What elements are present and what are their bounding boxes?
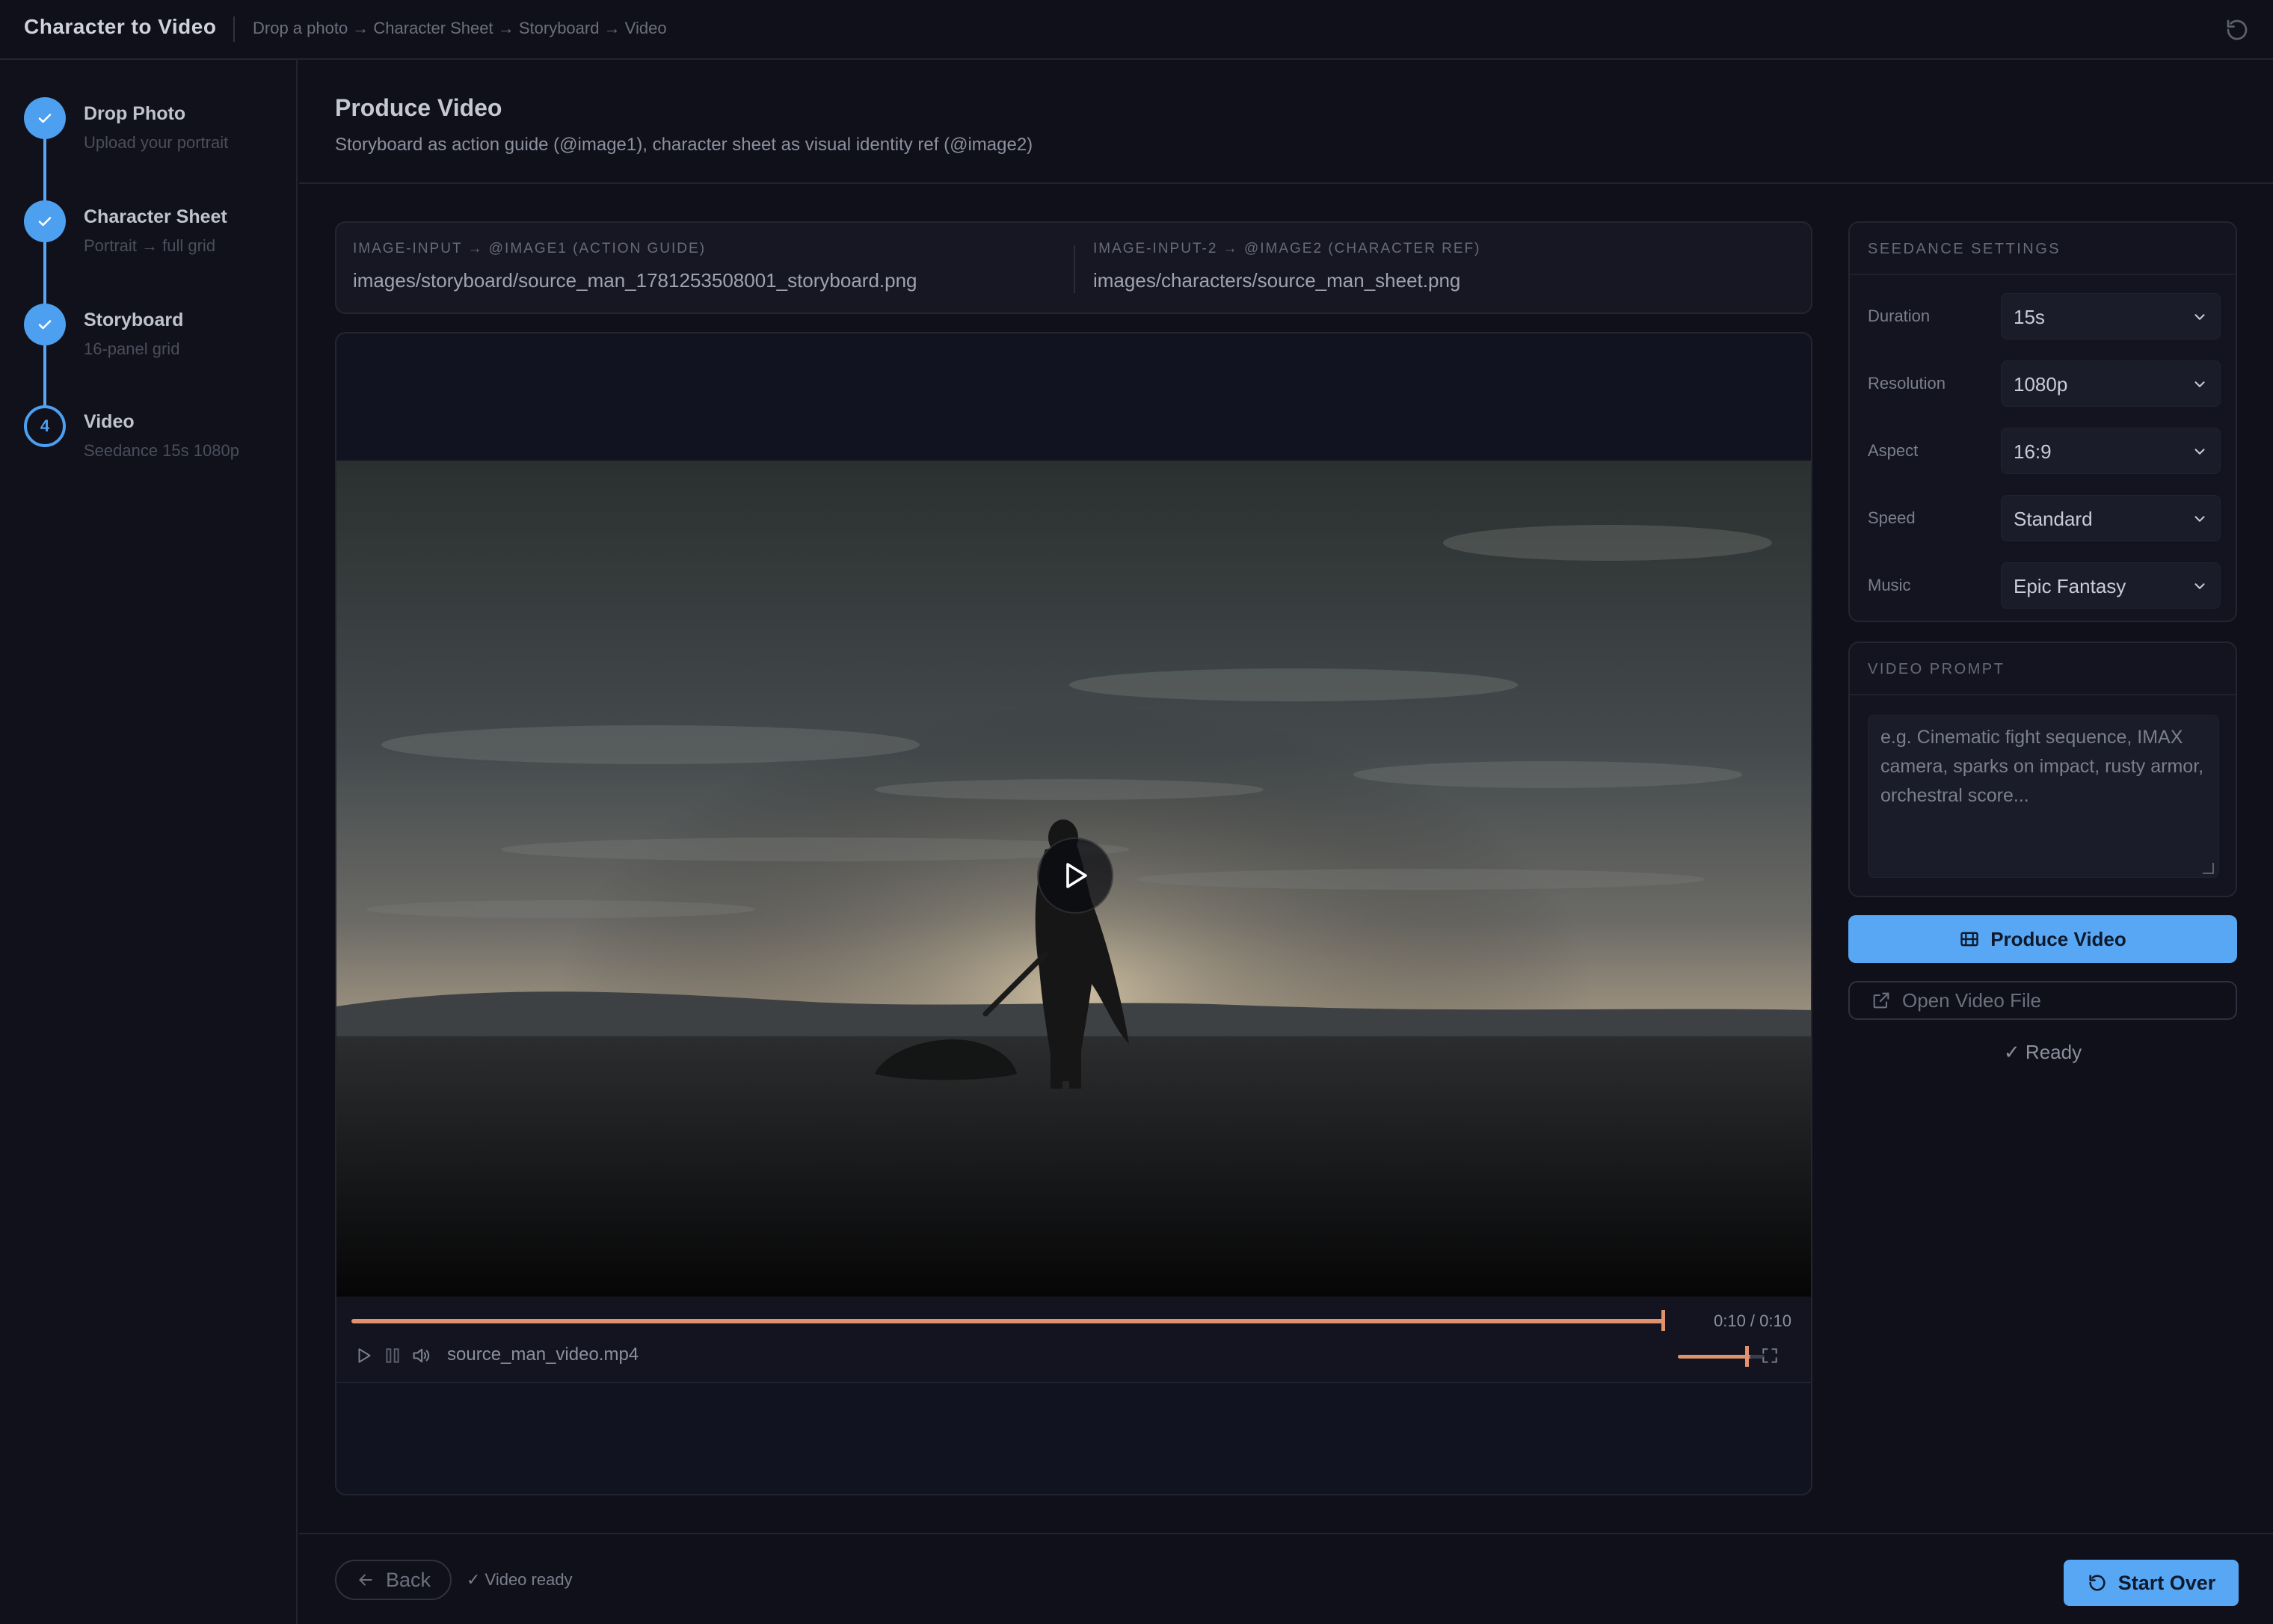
step-connector (43, 242, 46, 307)
check-icon (24, 200, 66, 242)
select-value: Epic Fantasy (2014, 575, 2126, 597)
play-button[interactable] (351, 1343, 377, 1368)
select-value: 16:9 (2014, 440, 2052, 463)
back-button[interactable]: Back (335, 1560, 452, 1600)
film-icon (1959, 929, 1980, 950)
setting-aspect: Aspect 16:9 (1868, 428, 2221, 474)
back-label: Back (385, 1568, 431, 1591)
progress-bar[interactable] (351, 1319, 1664, 1323)
page-title: Produce Video (335, 94, 502, 121)
play-icon (1066, 863, 1087, 888)
player-controls: 0:10 / 0:10 source_man_video.mp4 (336, 1297, 1811, 1383)
image-input-1-path: images/storyboard/source_man_17812535080… (353, 269, 917, 292)
step-title: Video (84, 411, 135, 432)
step-connector (43, 139, 46, 203)
step-subtitle: Upload your portrait (84, 133, 229, 152)
step-title: Drop Photo (84, 103, 186, 124)
chevron-down-icon (2194, 583, 2205, 589)
step-connector (43, 345, 46, 410)
reset-icon (2087, 1572, 2108, 1593)
setting-resolution: Resolution 1080p (1868, 360, 2221, 407)
page-subtitle: Storyboard as action guide (@image1), ch… (335, 135, 1033, 155)
image-inputs-bar: IMAGE-INPUT → @IMAGE1 (ACTION GUIDE) ima… (335, 221, 1812, 314)
chevron-down-icon (2194, 314, 2205, 320)
step-title: Storyboard (84, 310, 184, 330)
video-prompt-panel: VIDEO PROMPT (1848, 642, 2237, 897)
image-input-2-label: IMAGE-INPUT-2 → @IMAGE2 (CHARACTER REF) (1093, 241, 1481, 256)
chevron-down-icon (2194, 516, 2205, 522)
inputs-divider (1074, 245, 1075, 293)
produce-video-button[interactable]: Produce Video (1848, 915, 2237, 963)
play-icon (358, 1348, 371, 1363)
step-subtitle: 16-panel grid (84, 339, 180, 358)
setting-label: Speed (1868, 508, 1916, 527)
textarea-resize-icon[interactable] (2197, 857, 2216, 876)
step-subtitle: Seedance 15s 1080p (84, 441, 239, 460)
setting-music: Music Epic Fantasy (1868, 562, 2221, 609)
video-prompt-input[interactable] (1868, 715, 2219, 878)
setting-label: Duration (1868, 307, 1931, 325)
title-divider (233, 16, 235, 42)
speed-select[interactable]: Standard (2001, 495, 2221, 541)
step-number: 4 (24, 405, 66, 447)
progress-handle[interactable] (1661, 1310, 1665, 1331)
open-video-file-label: Open Video File (1902, 988, 2041, 1012)
mute-button[interactable] (408, 1343, 434, 1368)
settings-header: SEEDANCE SETTINGS (1850, 223, 2236, 275)
ready-status: ✓ Ready (2003, 1041, 2082, 1063)
resolution-select[interactable]: 1080p (2001, 360, 2221, 407)
volume-icon (413, 1348, 430, 1363)
open-video-file-button[interactable]: Open Video File (1848, 981, 2237, 1020)
start-over-button[interactable]: Start Over (2064, 1560, 2239, 1606)
video-panel: 0:10 / 0:10 source_man_video.mp4 (335, 332, 1812, 1495)
produce-video-label: Produce Video (1990, 927, 2126, 950)
select-value: 1080p (2014, 373, 2068, 396)
pause-icon (386, 1348, 399, 1363)
step-subtitle: Portrait → full grid (84, 236, 216, 255)
check-icon (24, 304, 66, 345)
top-bar: Character to Video Drop a photo → Charac… (0, 0, 2273, 60)
select-value: Standard (2014, 508, 2093, 530)
image-input-2: IMAGE-INPUT-2 → @IMAGE2 (CHARACTER REF) … (1093, 241, 1481, 292)
fullscreen-icon (1762, 1348, 1777, 1363)
setting-label: Resolution (1868, 374, 1946, 393)
setting-duration: Duration 15s (1868, 293, 2221, 339)
image-input-2-path: images/characters/source_man_sheet.png (1093, 269, 1461, 292)
breadcrumb: Drop a photo → Character Sheet → Storybo… (253, 19, 667, 37)
play-overlay-button[interactable] (1037, 837, 1113, 914)
pause-button[interactable] (380, 1343, 405, 1368)
step-title: Character Sheet (84, 206, 227, 227)
setting-label: Music (1868, 576, 1911, 594)
chevron-down-icon (2194, 449, 2205, 455)
music-select[interactable]: Epic Fantasy (2001, 562, 2221, 609)
fullscreen-button[interactable] (1757, 1343, 1783, 1368)
external-link-icon (1871, 990, 1892, 1011)
time-readout: 0:10 / 0:10 (1714, 1311, 1791, 1330)
footer: Back ✓ Video ready Start Over (299, 1533, 2273, 1624)
volume-handle[interactable] (1745, 1346, 1749, 1367)
start-over-label: Start Over (2117, 1571, 2216, 1594)
arrow-left-icon (356, 1570, 375, 1590)
select-value: 15s (2014, 306, 2045, 328)
aspect-select[interactable]: 16:9 (2001, 428, 2221, 474)
prompt-header: VIDEO PROMPT (1850, 643, 2236, 695)
seedance-settings-panel: SEEDANCE SETTINGS Duration 15s Resolutio… (1848, 221, 2237, 622)
main-header: Produce Video Storyboard as action guide… (299, 60, 2273, 184)
video-file-name: source_man_video.mp4 (447, 1344, 639, 1365)
setting-speed: Speed Standard (1868, 495, 2221, 541)
reset-icon[interactable] (2224, 16, 2251, 43)
video-frame[interactable] (336, 461, 1811, 1297)
app-title: Character to Video (24, 15, 217, 38)
video-ready-status: ✓ Video ready (467, 1570, 573, 1589)
sidebar-stepper: Drop Photo Upload your portrait Characte… (0, 60, 298, 1624)
check-icon (24, 97, 66, 139)
image-input-1-label: IMAGE-INPUT → @IMAGE1 (ACTION GUIDE) (353, 241, 707, 256)
chevron-down-icon (2194, 381, 2205, 387)
image-input-1: IMAGE-INPUT → @IMAGE1 (ACTION GUIDE) ima… (353, 241, 917, 292)
duration-select[interactable]: 15s (2001, 293, 2221, 339)
setting-label: Aspect (1868, 441, 1919, 460)
